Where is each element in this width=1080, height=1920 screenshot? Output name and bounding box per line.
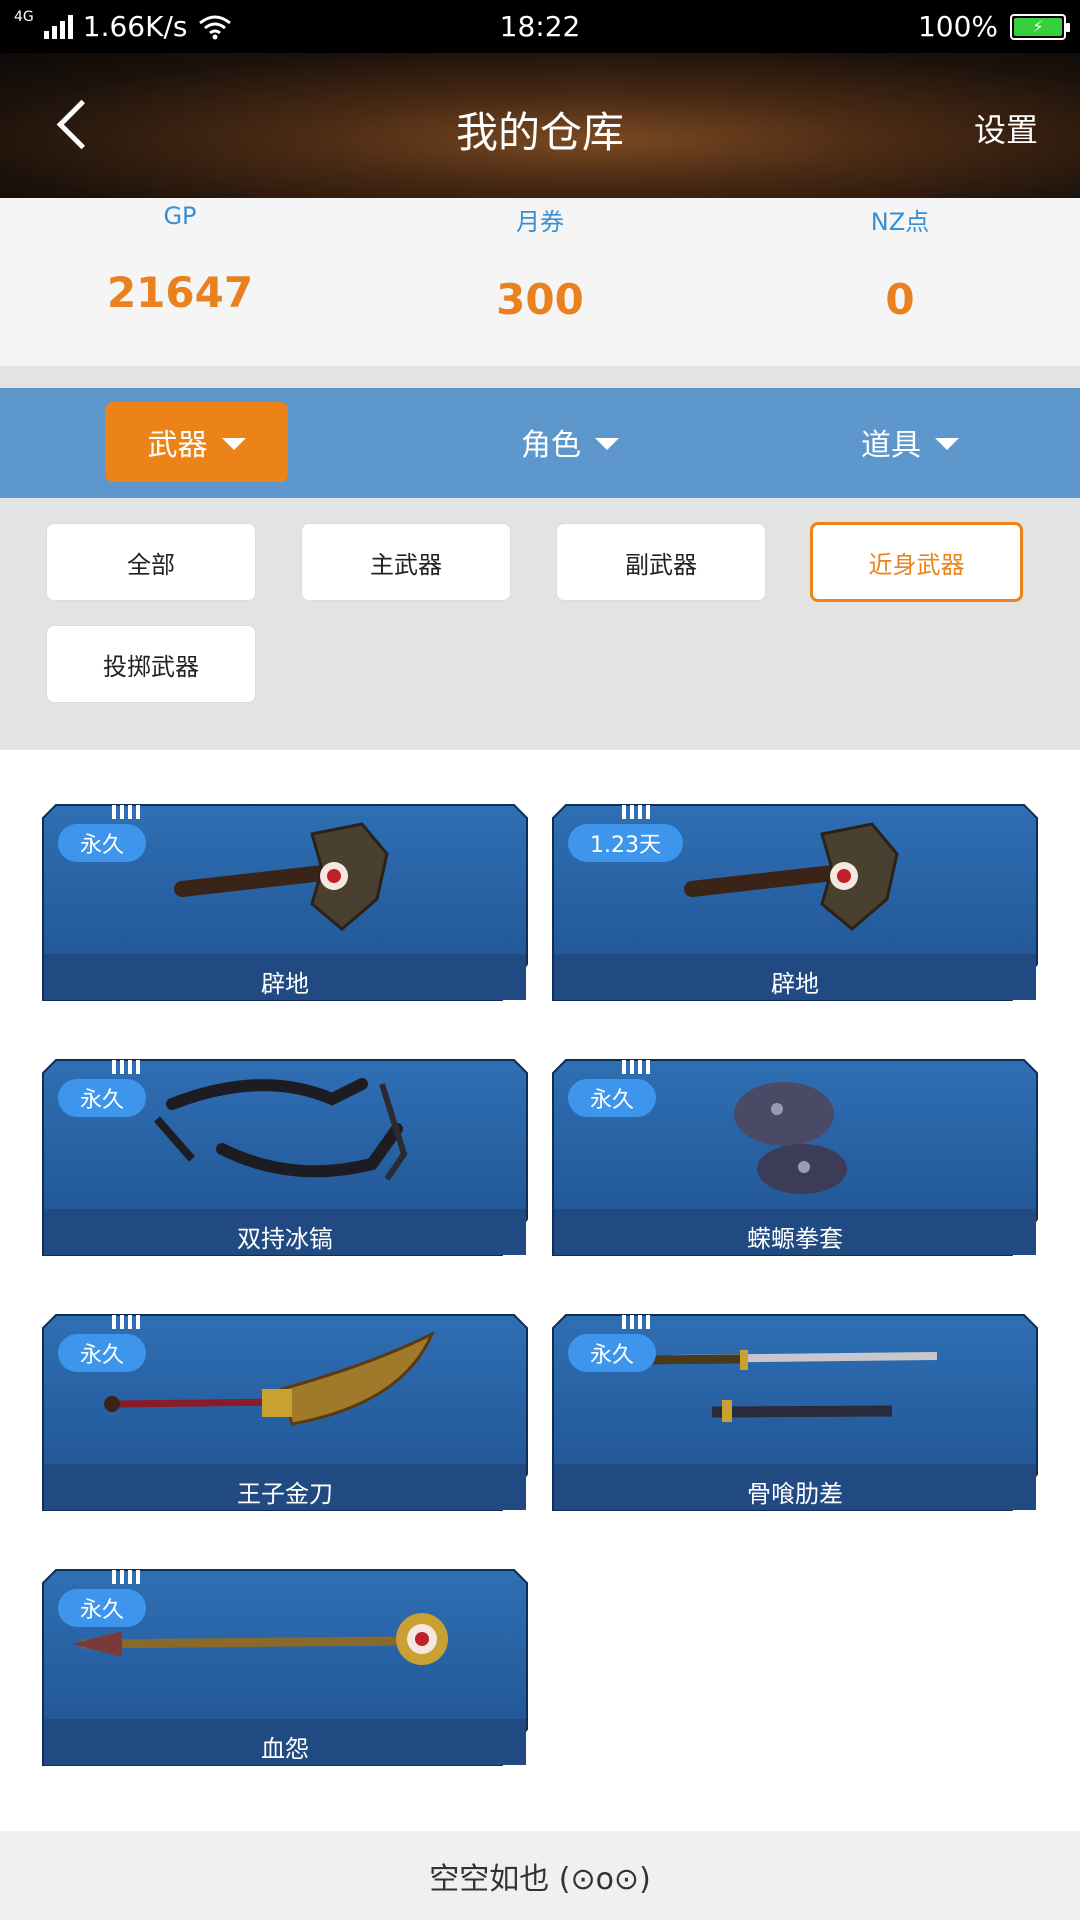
currency-value: 0 bbox=[885, 275, 915, 324]
filter-secondary[interactable]: 副武器 bbox=[556, 523, 766, 601]
item-name: 王子金刀 bbox=[237, 1480, 333, 1508]
section-divider bbox=[0, 366, 1080, 388]
item-card[interactable]: 永久辟地 bbox=[42, 804, 528, 1001]
tab-characters[interactable]: 角色 bbox=[480, 402, 660, 482]
duration-badge: 永久 bbox=[58, 1079, 147, 1117]
battery-icon: ⚡ bbox=[1010, 13, 1070, 40]
currency-label: 月券 bbox=[516, 208, 564, 236]
currency-panel: GP 21647 月券 300 NZ点 0 bbox=[0, 198, 1080, 366]
currency-voucher: 月券 300 bbox=[360, 198, 720, 366]
duration-badge: 永久 bbox=[568, 1334, 657, 1372]
tab-label: 武器 bbox=[147, 428, 208, 463]
item-name: 辟地 bbox=[261, 970, 309, 998]
item-name: 双持冰镐 bbox=[237, 1225, 333, 1253]
item-name: 辟地 bbox=[771, 970, 819, 998]
settings-button[interactable]: 设置 bbox=[974, 105, 1038, 151]
item-name: 血怨 bbox=[261, 1735, 309, 1763]
item-card[interactable]: 永久双持冰镐 bbox=[42, 1059, 528, 1256]
signal-icon bbox=[43, 14, 73, 39]
tab-label: 道具 bbox=[861, 428, 921, 463]
network-speed: 1.66K/s bbox=[82, 10, 188, 43]
item-name: 蝾螈拳套 bbox=[747, 1225, 843, 1253]
filter-throwing[interactable]: 投掷武器 bbox=[46, 625, 256, 703]
item-card[interactable]: 永久血怨 bbox=[42, 1569, 528, 1766]
currency-label: NZ点 bbox=[870, 208, 930, 236]
tab-items[interactable]: 道具 bbox=[820, 402, 1000, 482]
status-bar: 4G 1.66K/s 18:22 100% ⚡ bbox=[0, 0, 1080, 53]
item-card[interactable]: 永久蝾螈拳套 bbox=[552, 1059, 1038, 1256]
wifi-icon bbox=[198, 15, 231, 39]
item-name: 骨喰肋差 bbox=[747, 1480, 843, 1508]
header: 我的仓库 设置 bbox=[0, 53, 1080, 198]
currency-nz: NZ点 0 bbox=[720, 198, 1080, 366]
currency-gp: GP 21647 bbox=[0, 198, 360, 366]
filter-all[interactable]: 全部 bbox=[46, 523, 256, 601]
footer: 空空如也 (⊙o⊙) bbox=[0, 1831, 1080, 1920]
duration-badge: 永久 bbox=[58, 824, 147, 862]
category-bar: 武器 角色 道具 bbox=[0, 388, 1080, 498]
currency-value: 21647 bbox=[106, 268, 254, 317]
item-card[interactable]: 1.23天辟地 bbox=[552, 804, 1038, 1001]
filter-melee[interactable]: 近身武器 bbox=[810, 522, 1023, 602]
network-type: 4G bbox=[14, 8, 34, 25]
tab-weapons[interactable]: 武器 bbox=[105, 402, 288, 482]
subcategory-panel: 全部 主武器 副武器 近身武器 投掷武器 bbox=[0, 498, 1080, 750]
battery-percent: 100% bbox=[917, 10, 998, 43]
footer-text: 空空如也 (⊙o⊙) bbox=[429, 1861, 651, 1897]
currency-label: GP bbox=[163, 202, 197, 230]
item-card[interactable]: 永久骨喰肋差 bbox=[552, 1314, 1038, 1511]
dropdown-arrow-icon bbox=[221, 438, 246, 450]
dropdown-arrow-icon bbox=[935, 438, 959, 450]
duration-badge: 永久 bbox=[58, 1334, 147, 1372]
duration-badge: 1.23天 bbox=[568, 824, 683, 862]
item-card[interactable]: 永久王子金刀 bbox=[42, 1314, 528, 1511]
filter-primary[interactable]: 主武器 bbox=[301, 523, 511, 601]
tab-label: 角色 bbox=[521, 428, 581, 463]
duration-badge: 永久 bbox=[568, 1079, 657, 1117]
dropdown-arrow-icon bbox=[595, 438, 619, 450]
duration-badge: 永久 bbox=[58, 1589, 147, 1627]
currency-value: 300 bbox=[496, 275, 584, 324]
page-title: 我的仓库 bbox=[455, 108, 624, 157]
